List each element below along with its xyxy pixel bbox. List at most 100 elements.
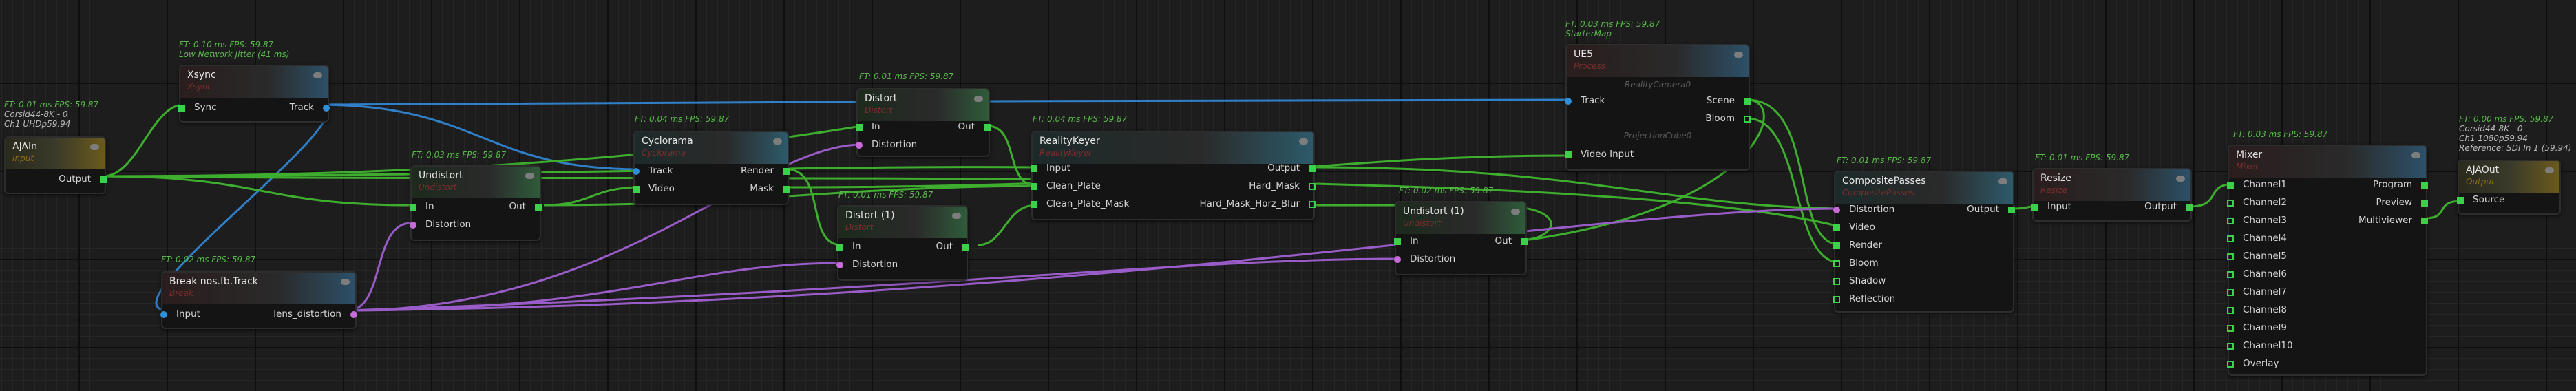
input-pin-icon[interactable] — [160, 311, 167, 318]
node-cyclorama[interactable]: Cyclorama Cyclorama Track Render Video M… — [633, 131, 790, 205]
wire-break-composite-distortion[interactable] — [347, 207, 1840, 312]
wire-ajain-xsync[interactable] — [103, 103, 184, 178]
wire-ue5-scene-composite[interactable] — [1746, 98, 1840, 246]
wire-distort1-realitykeyer[interactable] — [977, 204, 1037, 246]
node-menu-icon[interactable] — [525, 173, 534, 179]
input-pin-icon[interactable] — [1394, 238, 1401, 245]
node-distort1[interactable]: Distort (1) Distort In Out Distortion — [836, 205, 969, 281]
input-pin-icon[interactable] — [178, 105, 185, 112]
input-pin-icon[interactable] — [836, 244, 843, 251]
output-pin-icon[interactable] — [535, 204, 542, 211]
input-pin-icon[interactable] — [2227, 218, 2234, 224]
output-pin-icon[interactable] — [1309, 183, 1316, 190]
output-pin-icon[interactable] — [1744, 116, 1751, 123]
input-pin-icon[interactable] — [1565, 151, 1572, 158]
node-menu-icon[interactable] — [90, 144, 99, 150]
output-pin-icon[interactable] — [350, 311, 357, 318]
output-pin-icon[interactable] — [984, 124, 991, 131]
input-pin-icon[interactable] — [1031, 183, 1037, 190]
input-pin-icon[interactable] — [2457, 197, 2464, 204]
input-pin-icon[interactable] — [836, 262, 843, 268]
node-header[interactable]: CompositePasses CompositePasses — [1835, 172, 2013, 204]
input-pin-icon[interactable] — [856, 124, 863, 131]
node-mixer[interactable]: Mixer Mixer Channel1 Program Channel2 Pr… — [2227, 145, 2428, 376]
input-pin-icon[interactable] — [410, 204, 416, 211]
input-pin-icon[interactable] — [2227, 361, 2234, 368]
input-pin-icon[interactable] — [1833, 260, 1840, 267]
wire-break-undistort-distortion[interactable] — [347, 222, 412, 312]
node-realitykeyer[interactable]: RealityKeyer RealityKeyer Input Output C… — [1031, 131, 1316, 220]
node-menu-icon[interactable] — [1511, 209, 1520, 215]
input-pin-icon[interactable] — [633, 186, 640, 193]
output-pin-icon[interactable] — [2421, 182, 2428, 189]
node-menu-icon[interactable] — [341, 279, 350, 285]
node-header[interactable]: Undistort Undistort — [412, 167, 540, 198]
wire-break-distort1-distortion[interactable] — [347, 262, 842, 312]
output-pin-icon[interactable] — [1309, 201, 1316, 208]
node-ue5[interactable]: UE5 Process RealityCamera0 Track Scene B… — [1565, 44, 1751, 171]
input-pin-icon[interactable] — [2227, 307, 2234, 314]
node-undistort[interactable]: Undistort Undistort In Out Distortion — [410, 165, 542, 241]
node-header[interactable]: Cyclorama Cyclorama — [635, 132, 788, 164]
input-pin-icon[interactable] — [1031, 165, 1037, 172]
input-pin-icon[interactable] — [1833, 224, 1840, 231]
input-pin-icon[interactable] — [1833, 278, 1840, 285]
node-header[interactable]: Break nos.fb.Track Break — [162, 273, 355, 304]
wire-undistort-realitykeyer[interactable] — [543, 184, 1037, 207]
output-pin-icon[interactable] — [2421, 218, 2428, 224]
output-pin-icon[interactable] — [2186, 204, 2193, 211]
input-pin-icon[interactable] — [2227, 289, 2234, 296]
input-pin-icon[interactable] — [1394, 256, 1401, 263]
input-pin-icon[interactable] — [1031, 201, 1037, 208]
node-menu-icon[interactable] — [2545, 167, 2554, 173]
input-pin-icon[interactable] — [2227, 271, 2234, 278]
input-pin-icon[interactable] — [1833, 296, 1840, 303]
node-header[interactable]: Distort (1) Distort — [838, 207, 967, 238]
node-header[interactable]: Mixer Mixer — [2229, 146, 2426, 178]
input-pin-icon[interactable] — [633, 168, 640, 175]
node-ajaout[interactable]: AJAOut Output Source — [2457, 160, 2561, 215]
input-pin-icon[interactable] — [1833, 242, 1840, 249]
wire-ajain-undistort[interactable] — [103, 175, 412, 207]
node-header[interactable]: UE5 Process — [1567, 45, 1749, 77]
input-pin-icon[interactable] — [856, 142, 863, 149]
wire-realitykeyer-composite[interactable] — [1314, 166, 1840, 210]
input-pin-icon[interactable] — [2031, 204, 2038, 211]
node-break[interactable]: Break nos.fb.Track Break Input lens_dist… — [160, 271, 357, 329]
output-pin-icon[interactable] — [2421, 200, 2428, 207]
wire-cyclorama-render-distort1[interactable] — [786, 168, 842, 246]
node-compositepasses[interactable]: CompositePasses CompositePasses Distorti… — [1833, 171, 2015, 313]
output-pin-icon[interactable] — [100, 176, 107, 183]
input-pin-icon[interactable] — [410, 222, 416, 229]
node-resize[interactable]: Resize Resize Input Output — [2031, 168, 2193, 222]
node-menu-icon[interactable] — [1734, 52, 1743, 58]
output-pin-icon[interactable] — [2008, 207, 2015, 213]
output-pin-icon[interactable] — [783, 168, 790, 175]
node-menu-icon[interactable] — [1998, 178, 2007, 184]
node-header[interactable]: Resize Resize — [2034, 169, 2190, 201]
output-pin-icon[interactable] — [783, 186, 790, 193]
node-menu-icon[interactable] — [952, 213, 961, 219]
node-header[interactable]: Xsync Xsync — [180, 66, 328, 98]
wire-ajain-composite-video[interactable] — [103, 175, 1840, 228]
output-pin-icon[interactable] — [1309, 165, 1316, 172]
output-pin-icon[interactable] — [962, 244, 969, 251]
wire-ue5-bloom-composite[interactable] — [1746, 117, 1840, 264]
output-pin-icon[interactable] — [323, 105, 330, 112]
output-pin-icon[interactable] — [1521, 238, 1528, 245]
node-menu-icon[interactable] — [773, 138, 782, 145]
node-menu-icon[interactable] — [2411, 152, 2420, 158]
node-menu-icon[interactable] — [974, 96, 983, 102]
input-pin-icon[interactable] — [1565, 98, 1572, 105]
input-pin-icon[interactable] — [2227, 200, 2234, 207]
input-pin-icon[interactable] — [1833, 207, 1840, 213]
node-menu-icon[interactable] — [1299, 138, 1308, 145]
input-pin-icon[interactable] — [2227, 235, 2234, 242]
node-header[interactable]: AJAOut Output — [2459, 161, 2559, 193]
input-pin-icon[interactable] — [2227, 343, 2234, 350]
node-menu-icon[interactable] — [2176, 176, 2185, 182]
input-pin-icon[interactable] — [2227, 182, 2234, 189]
node-menu-icon[interactable] — [313, 72, 322, 78]
node-ajain[interactable]: AJAIn Input Output — [4, 136, 107, 194]
input-pin-icon[interactable] — [2227, 253, 2234, 260]
